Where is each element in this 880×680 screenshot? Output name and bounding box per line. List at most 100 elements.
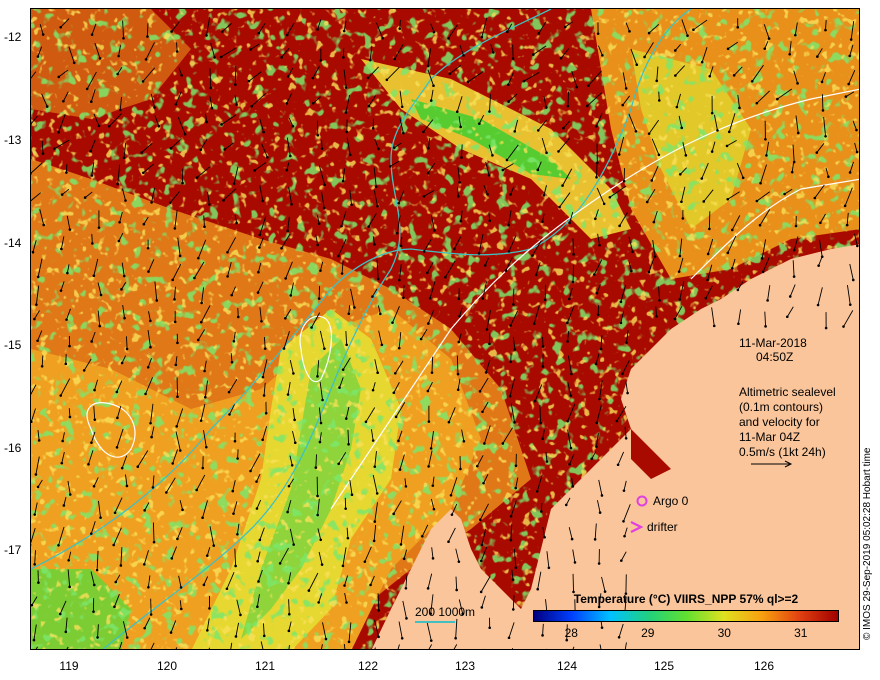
- velocity-arrow-head: [344, 86, 348, 89]
- velocity-arrow-head: [575, 85, 579, 89]
- velocity-arrow-head: [340, 272, 344, 275]
- velocity-arrow-head: [234, 83, 237, 86]
- velocity-arrow-head: [730, 266, 734, 270]
- velocity-arrow-head: [266, 155, 269, 159]
- velocity-arrow-head: [615, 419, 619, 423]
- velocity-arrow-head: [755, 199, 759, 203]
- velocity-arrow-head: [708, 227, 711, 231]
- velocity-arrow-head: [586, 104, 589, 108]
- velocity-arrow: [402, 285, 405, 298]
- velocity-arrow-head: [536, 129, 540, 132]
- velocity-arrow-head: [91, 242, 94, 245]
- velocity-arrow-head: [146, 246, 150, 250]
- velocity-arrow-head: [447, 540, 450, 544]
- velocity-arrow-head: [341, 368, 345, 371]
- velocity-arrow-head: [507, 250, 511, 253]
- velocity-arrow-head: [175, 425, 179, 428]
- velocity-arrow-head: [855, 150, 859, 154]
- velocity-arrow-head: [738, 106, 741, 110]
- velocity-arrow-head: [647, 270, 651, 274]
- velocity-arrow-head: [399, 244, 403, 248]
- velocity-arrow-head: [534, 273, 538, 277]
- velocity-arrow-head: [514, 566, 518, 570]
- velocity-arrow-head: [447, 36, 450, 40]
- velocity-arrow-head: [628, 30, 631, 33]
- velocity-arrow-head: [420, 534, 424, 538]
- velocity-arrow-head: [404, 485, 408, 488]
- velocity-arrow-head: [201, 516, 204, 520]
- velocity-arrow-head: [541, 634, 544, 637]
- velocity-arrow-head: [367, 225, 370, 228]
- velocity-arrow-head: [113, 605, 116, 609]
- velocity-arrow-head: [90, 100, 93, 104]
- velocity-arrow-head: [236, 532, 239, 536]
- velocity-arrow-head: [311, 101, 315, 105]
- velocity-arrow-head: [619, 321, 623, 325]
- velocity-arrow-head: [150, 201, 153, 204]
- velocity-arrow-head: [450, 513, 454, 516]
- velocity-arrow-head: [197, 256, 200, 260]
- velocity-arrow-head: [537, 32, 541, 35]
- velocity-arrow-head: [65, 171, 68, 174]
- velocity-arrow-head: [62, 99, 65, 103]
- velocity-arrow-head: [64, 362, 68, 366]
- velocity-arrow-head: [617, 635, 621, 639]
- velocity-arrow-head: [478, 390, 482, 393]
- velocity-arrow-head: [765, 154, 768, 157]
- velocity-arrow-head: [122, 156, 126, 160]
- velocity-arrow-head: [531, 254, 534, 257]
- velocity-arrow-head: [507, 636, 511, 640]
- velocity-arrow-head: [142, 222, 146, 226]
- velocity-arrow-head: [316, 133, 320, 137]
- velocity-arrow-head: [559, 57, 563, 60]
- velocity-arrow-head: [90, 441, 93, 444]
- velocity-arrow-head: [477, 252, 481, 255]
- velocity-arrow-head: [398, 468, 402, 471]
- velocity-arrow-head: [512, 303, 515, 306]
- velocity-arrow-head: [674, 74, 677, 77]
- velocity-arrow-head: [195, 488, 198, 492]
- velocity-arrow-head: [426, 171, 430, 175]
- velocity-arrow-head: [193, 276, 196, 280]
- velocity-arrow-head: [345, 601, 348, 604]
- velocity-arrow-head: [324, 637, 328, 641]
- velocity-arrow-head: [429, 639, 433, 642]
- velocity-arrow-head: [622, 179, 626, 183]
- velocity-arrow-head: [316, 513, 319, 517]
- velocity-arrow-head: [599, 347, 603, 351]
- velocity-arrow-head: [319, 59, 323, 62]
- velocity-arrow-head: [479, 590, 483, 594]
- velocity-arrow-head: [783, 192, 786, 196]
- velocity-arrow-head: [125, 347, 129, 351]
- velocity-arrow-head: [491, 51, 495, 54]
- x-tick-label: 120: [156, 659, 178, 673]
- velocity-arrow-head: [511, 57, 515, 60]
- velocity-arrow-head: [431, 557, 435, 560]
- velocity-arrow-head: [206, 629, 209, 632]
- velocity-arrow-head: [225, 587, 229, 591]
- velocity-arrow-head: [708, 74, 712, 78]
- velocity-arrow-head: [796, 131, 800, 135]
- velocity-arrow-head: [249, 469, 252, 473]
- y-tick-label: -17: [4, 543, 22, 557]
- velocity-arrow-head: [657, 153, 661, 157]
- velocity-arrow-head: [608, 195, 612, 199]
- velocity-arrow-head: [165, 491, 168, 494]
- velocity-arrow-head: [428, 296, 432, 300]
- velocity-arrow-head: [36, 55, 40, 58]
- velocity-arrow-head: [540, 510, 543, 513]
- velocity-arrow-head: [572, 253, 575, 256]
- velocity-arrow-head: [220, 123, 223, 126]
- velocity-arrow-head: [790, 170, 794, 174]
- velocity-arrow-head: [280, 56, 283, 59]
- velocity-arrow-head: [67, 559, 70, 562]
- velocity-arrow-head: [247, 79, 251, 83]
- velocity-arrow-head: [342, 29, 346, 33]
- velocity-arrow-head: [817, 264, 820, 267]
- velocity-arrow-head: [657, 99, 661, 102]
- velocity-arrow-head: [146, 35, 149, 38]
- velocity-arrow-head: [282, 347, 286, 350]
- velocity-arrow-head: [404, 587, 408, 590]
- velocity-arrow-head: [598, 511, 602, 514]
- velocity-arrow-head: [34, 473, 38, 476]
